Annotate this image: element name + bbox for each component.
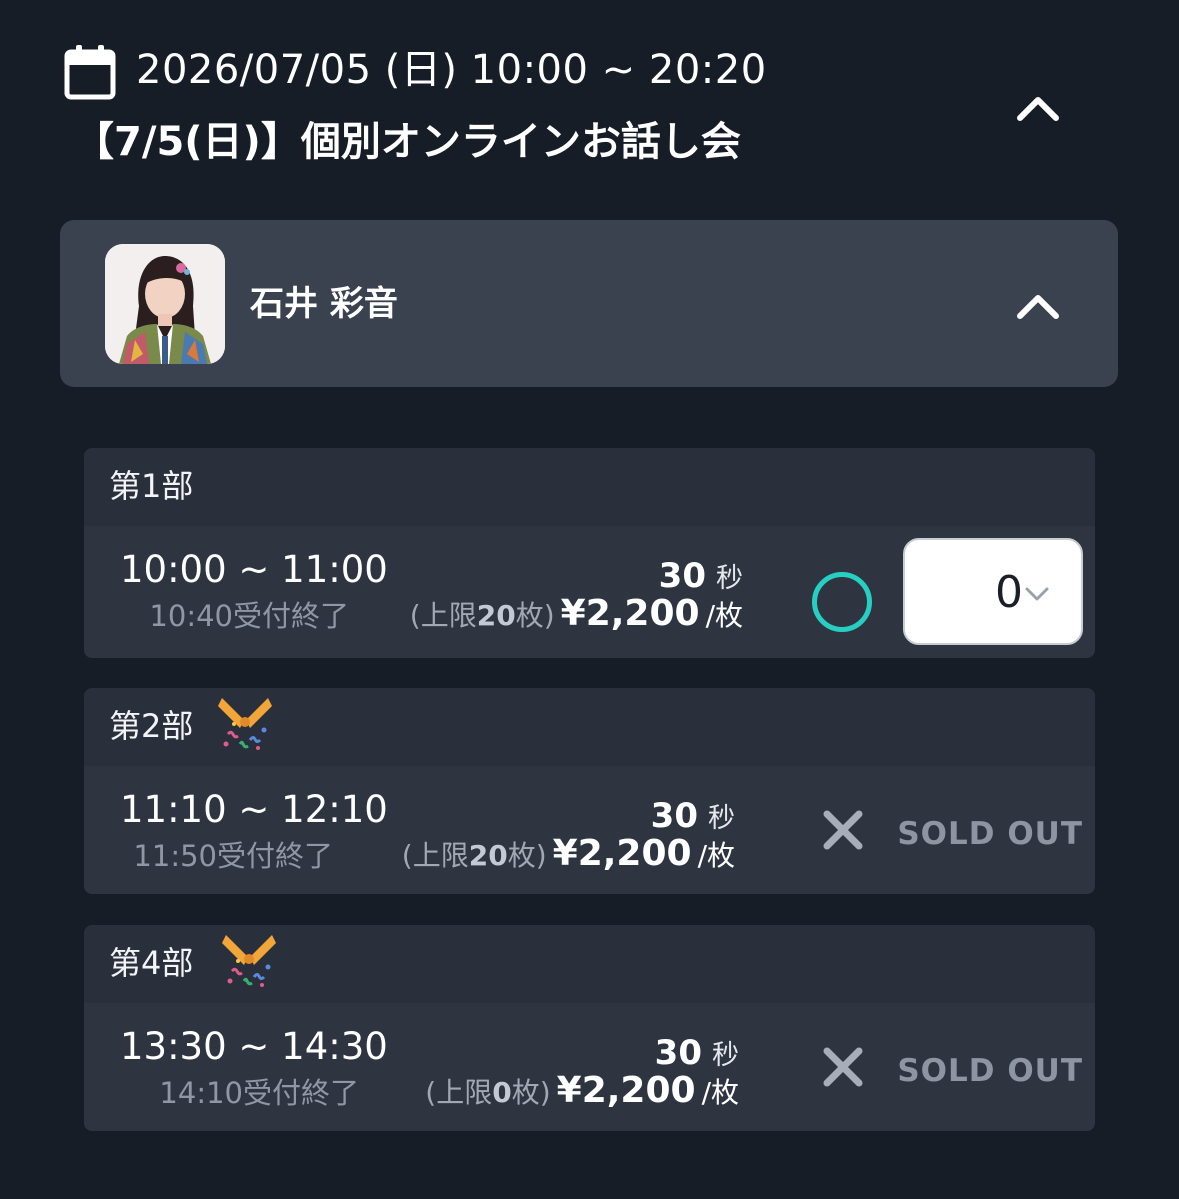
event-title: 【7/5(日)】個別オンラインお話し会	[74, 119, 741, 165]
event-header[interactable]: 2026/07/05 (日) 10:00 ~ 20:20 【7/5(日)】個別オ…	[0, 0, 1179, 200]
slot-1: 第1部 10:00 ~ 11:00 10:40受付終了 30 秒 (上限20枚) ¥…	[84, 448, 1095, 658]
member-card[interactable]: 石井 彩音	[60, 220, 1118, 387]
slot-time: 13:30 ~ 14:30	[120, 1025, 388, 1068]
event-date-range: 2026/07/05 (日) 10:00 ~ 20:20	[136, 47, 767, 93]
slot-2: 第2部 11:10 ~ 12:10 11:50受付終了 30 秒 (上限20枚) ¥…	[84, 688, 1095, 894]
chevron-down-icon	[1023, 584, 1051, 604]
slot-deadline: 14:10受付終了	[159, 1076, 359, 1110]
cross-icon	[821, 1045, 865, 1089]
slot-body: 11:10 ~ 12:10 11:50受付終了 30 秒 (上限20枚) ¥2,20…	[84, 766, 1095, 894]
sold-out-label: SOLD OUT	[897, 1053, 1083, 1089]
slot-name: 第1部	[109, 467, 194, 505]
slot-price: (上限0枚) ¥2,200/枚	[425, 1070, 739, 1111]
slot-time: 11:10 ~ 12:10	[120, 788, 388, 831]
slot-header: 第4部	[84, 925, 1095, 1003]
slot-name: 第2部	[109, 707, 194, 745]
slot-header: 第2部	[84, 688, 1095, 766]
quantity-value: 0	[995, 567, 1023, 618]
member-name: 石井 彩音	[250, 284, 398, 324]
quantity-select[interactable]: 0	[903, 538, 1083, 645]
chevron-up-icon[interactable]	[1016, 94, 1060, 122]
slot-price: (上限20枚) ¥2,200/枚	[409, 593, 743, 634]
calendar-icon	[64, 44, 116, 100]
cross-icon	[821, 808, 865, 852]
slot-deadline: 11:50受付終了	[133, 839, 333, 873]
avatar	[105, 244, 225, 364]
slot-time: 10:00 ~ 11:00	[120, 548, 388, 591]
slot-body: 10:00 ~ 11:00 10:40受付終了 30 秒 (上限20枚) ¥2,20…	[84, 526, 1095, 658]
slot-name: 第4部	[109, 944, 194, 982]
slot-body: 13:30 ~ 14:30 14:10受付終了 30 秒 (上限0枚) ¥2,200…	[84, 1003, 1095, 1131]
slot-header: 第1部	[84, 448, 1095, 526]
chevron-up-icon[interactable]	[1016, 292, 1060, 320]
party-popper-icon	[218, 927, 280, 989]
sold-out-label: SOLD OUT	[897, 816, 1083, 852]
slot-4: 第4部 13:30 ~ 14:30 14:10受付終了 30 秒 (上限0枚) ¥2…	[84, 925, 1095, 1131]
circle-available-icon	[812, 572, 872, 632]
slot-price: (上限20枚) ¥2,200/枚	[401, 833, 735, 874]
party-popper-icon	[214, 690, 276, 752]
slot-deadline: 10:40受付終了	[149, 599, 349, 633]
